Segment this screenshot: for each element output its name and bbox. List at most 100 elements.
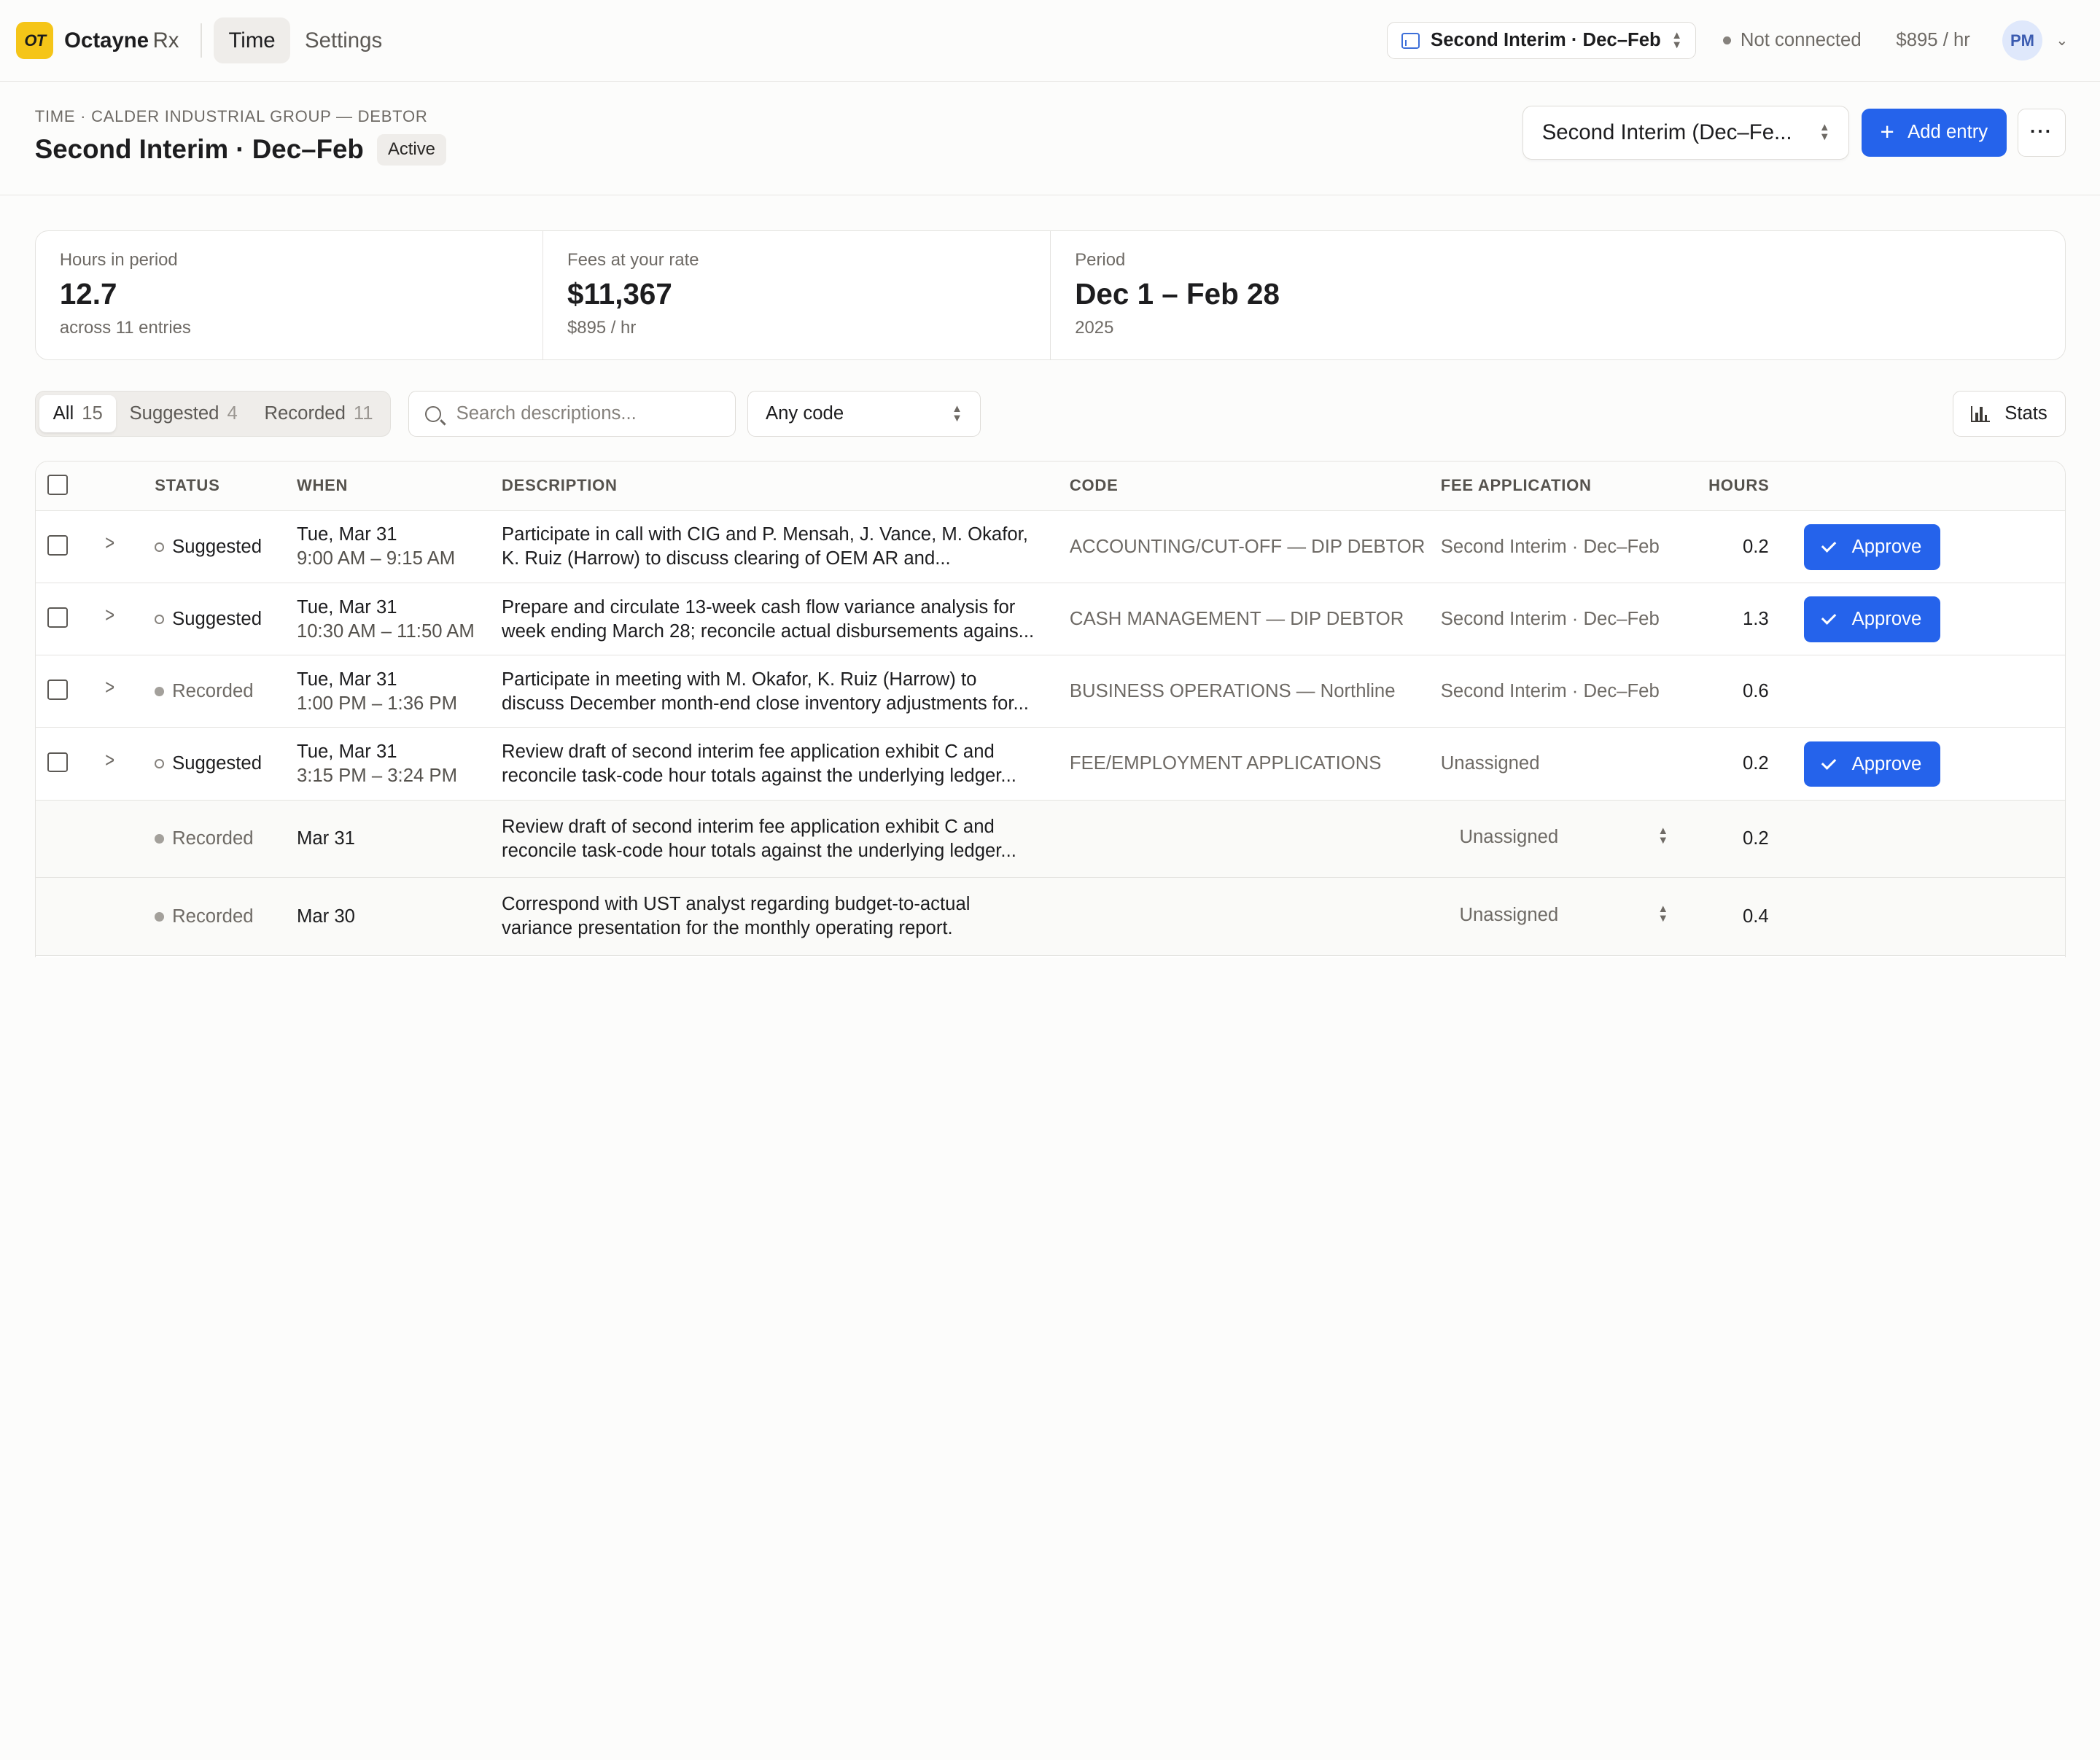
stat-label: Period	[1075, 249, 1126, 270]
approve-button[interactable]: Approve	[1803, 524, 1940, 570]
stat-period: Period Dec 1 – Feb 28 2025	[1051, 231, 2064, 359]
stats-button[interactable]: Stats	[1953, 391, 2066, 437]
avatar[interactable]: PM	[2002, 20, 2043, 61]
add-entry-button[interactable]: + Add entry	[1861, 108, 2007, 157]
filter-tab-suggested[interactable]: Suggested 4	[116, 395, 251, 432]
description-cell: Participate in meeting with M. Okafor, K…	[502, 668, 1040, 716]
table-row[interactable]: Recorded Mar 31 Review draft of second i…	[35, 800, 2065, 879]
filter-tab-count: 11	[353, 403, 373, 424]
hours-cell: 0.6	[1742, 681, 1769, 702]
filter-tab-label: Suggested	[129, 403, 219, 424]
search-input[interactable]	[456, 403, 711, 425]
status-text: Recorded	[172, 906, 254, 927]
fee-application-cell: Second Interim · Dec–Feb	[1440, 608, 1660, 629]
row-checkbox[interactable]	[47, 534, 68, 556]
row-checkbox[interactable]	[47, 680, 68, 700]
period-select[interactable]: Second Interim (Dec–Fe... ▲ ▼	[1522, 106, 1850, 160]
stat-value: 12.7	[59, 276, 117, 311]
approve-button[interactable]: Approve	[1803, 596, 1940, 642]
table-header: STATUS WHEN DESCRIPTION CODE FEE APPLICA…	[35, 461, 2065, 511]
chevron-right-icon[interactable]: >	[105, 748, 114, 773]
search-box	[408, 391, 736, 437]
column-header-hours[interactable]: HOURS	[1708, 476, 1769, 495]
nav-tab-time[interactable]: Time	[214, 17, 290, 64]
filter-tab-label: All	[52, 403, 74, 424]
code-select[interactable]: Any code ▲ ▼	[747, 391, 981, 437]
column-header-status[interactable]: STATUS	[155, 476, 219, 495]
column-header-when[interactable]: WHEN	[297, 476, 348, 495]
entry-time-range: 9:00 AM – 9:15 AM	[296, 548, 456, 569]
fee-application-select[interactable]: Unassigned ▲ ▼	[1441, 826, 1668, 848]
status-cell: Recorded	[155, 828, 254, 849]
table-row[interactable]: > Suggested Tue, Mar 31 9:00 AM – 9:15 A…	[35, 511, 2065, 584]
filter-tab-label: Recorded	[264, 403, 346, 424]
entry-date: Mar 30	[296, 906, 355, 927]
period-switcher[interactable]: Second Interim · Dec–Feb ▲ ▼	[1387, 21, 1697, 60]
chevron-right-icon[interactable]: >	[105, 603, 114, 628]
stat-fees: Fees at your rate $11,367 $895 / hr	[543, 230, 1051, 360]
description-line: reconcile task-code hour totals against …	[502, 840, 1016, 861]
entry-time-range: 1:00 PM – 1:36 PM	[296, 693, 457, 714]
fee-application-value: Unassigned	[1459, 904, 1559, 925]
fee-application-value: Unassigned	[1459, 827, 1559, 848]
app-name: Octayne Rx	[64, 28, 179, 53]
column-header-fee-application[interactable]: FEE APPLICATION	[1441, 476, 1592, 495]
filter-tab-recorded[interactable]: Recorded 11	[251, 395, 386, 432]
status-cell: Suggested	[155, 609, 262, 630]
period-switcher-label: Second Interim · Dec–Feb	[1431, 30, 1661, 51]
description-line: reconcile task-code hour totals against …	[502, 766, 1016, 787]
when-cell: Tue, Mar 31 9:00 AM – 9:15 AM	[297, 523, 455, 571]
table-row[interactable]: > Suggested Tue, Mar 31 10:30 AM – 11:50…	[35, 583, 2065, 656]
description-cell: Correspond with UST analyst regarding bu…	[502, 892, 1040, 941]
stats-button-label: Stats	[2004, 403, 2048, 424]
when-cell: Tue, Mar 31 1:00 PM – 1:36 PM	[297, 668, 457, 716]
filter-tab-all[interactable]: All 15	[39, 394, 117, 433]
status-text: Suggested	[172, 536, 262, 557]
table-row[interactable]: > Recorded Tue, Mar 31 1:00 PM – 1:36 PM…	[35, 655, 2065, 728]
status-ring-icon	[155, 759, 165, 769]
column-header-code[interactable]: CODE	[1070, 476, 1119, 495]
stat-sub: 2025	[1075, 318, 1114, 338]
status-badge: Active	[377, 133, 446, 166]
app-logo[interactable]: OT	[16, 21, 54, 60]
description-cell: Participate in call with CIG and P. Mens…	[502, 523, 1040, 571]
description-line: week ending March 28; reconcile actual d…	[502, 620, 1035, 642]
hours-cell: 0.2	[1742, 828, 1769, 849]
entry-time-range: 10:30 AM – 11:50 AM	[296, 620, 475, 642]
approve-button[interactable]: Approve	[1803, 741, 1940, 787]
fee-application-select[interactable]: Unassigned ▲ ▼	[1441, 904, 1668, 926]
entry-date: Mar 31	[296, 828, 355, 849]
filter-tab-count: 15	[82, 403, 103, 424]
app-name-suffix: Rx	[152, 28, 179, 52]
code-cell: BUSINESS OPERATIONS — Northline	[1069, 681, 1396, 702]
entry-date: Tue, Mar 31	[296, 741, 397, 762]
description-line: variance presentation for the monthly op…	[502, 918, 953, 939]
table-row[interactable]: Recorded Mar 30 Correspond with UST anal…	[35, 878, 2065, 956]
stat-label: Hours in period	[59, 249, 178, 270]
stat-value: Dec 1 – Feb 28	[1075, 276, 1280, 311]
status-filter-tabs: All 15 Suggested 4 Recorded 11	[34, 391, 392, 437]
select-all-checkbox[interactable]	[47, 475, 68, 495]
description-line: Review draft of second interim fee appli…	[502, 741, 995, 762]
status-dot-icon	[155, 687, 165, 697]
column-header-description[interactable]: DESCRIPTION	[502, 476, 618, 495]
chevron-right-icon[interactable]: >	[105, 531, 114, 556]
status-text: Suggested	[172, 753, 262, 774]
fee-application-cell: Second Interim · Dec–Feb	[1440, 536, 1660, 557]
entry-time-range: 3:15 PM – 3:24 PM	[296, 766, 457, 787]
more-options-button[interactable]: ···	[2017, 108, 2066, 157]
code-cell: ACCOUNTING/CUT-OFF — DIP DEBTOR	[1069, 536, 1426, 557]
check-icon	[1821, 537, 1837, 553]
row-checkbox[interactable]	[47, 607, 68, 628]
chevron-right-icon[interactable]: >	[105, 676, 114, 701]
table-row[interactable]: > Suggested Tue, Mar 31 3:15 PM – 3:24 P…	[35, 728, 2065, 801]
status-text: Recorded	[172, 681, 254, 702]
top-bar-right: Second Interim · Dec–Feb ▲ ▼ Not connecte…	[1387, 20, 2084, 61]
row-checkbox[interactable]	[47, 752, 68, 773]
nav-tab-settings[interactable]: Settings	[290, 17, 397, 63]
when-cell: Tue, Mar 31 3:15 PM – 3:24 PM	[297, 740, 457, 788]
code-select-value: Any code	[765, 403, 844, 424]
hourly-rate: $895 / hr	[1896, 30, 1970, 51]
hours-cell: 0.2	[1742, 753, 1769, 774]
chevron-down-icon[interactable]: ⌄	[2056, 31, 2068, 50]
